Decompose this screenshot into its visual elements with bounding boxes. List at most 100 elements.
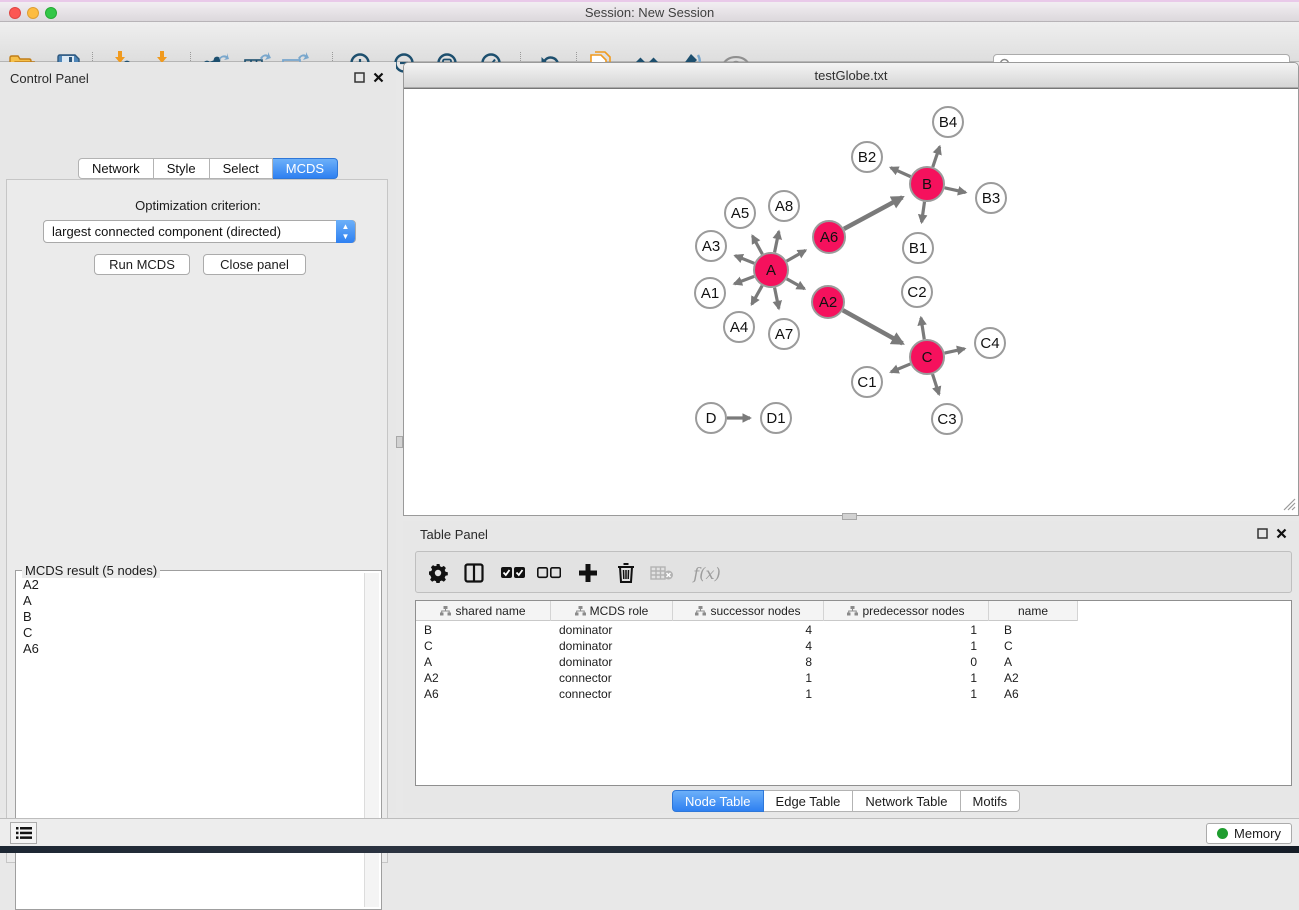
tab-edge-table[interactable]: Edge Table — [764, 790, 854, 812]
column-header-mcds-role[interactable]: MCDS role — [551, 601, 673, 621]
table-row[interactable]: A6connector11A6 — [416, 686, 1078, 702]
function-builder-icon[interactable]: f(x) — [687, 560, 727, 586]
tab-motifs[interactable]: Motifs — [961, 790, 1021, 812]
table-cell[interactable]: A2 — [416, 670, 551, 686]
float-panel-icon[interactable] — [354, 72, 365, 83]
graph-edge-C-C4[interactable] — [945, 349, 965, 353]
graph-edge-C-C2[interactable] — [921, 318, 924, 340]
table-cell[interactable]: 1 — [824, 622, 989, 638]
graph-edge-A-A4[interactable] — [752, 286, 762, 305]
table-cell[interactable]: 0 — [824, 654, 989, 670]
mcds-result-item[interactable]: C — [17, 625, 361, 641]
split-view-icon[interactable] — [461, 560, 487, 586]
gear-icon[interactable] — [425, 560, 451, 586]
graph-edge-A-A7[interactable] — [775, 288, 779, 309]
graph-edge-A-A1[interactable] — [734, 276, 754, 283]
table-cell[interactable]: 1 — [673, 686, 824, 702]
close-panel-icon[interactable] — [1276, 528, 1287, 539]
table-cell[interactable]: dominator — [551, 638, 673, 654]
mcds-result-item[interactable]: B — [17, 609, 361, 625]
mcds-scrollbar[interactable] — [364, 573, 379, 907]
task-history-button[interactable] — [10, 822, 37, 844]
delete-icon[interactable] — [613, 560, 639, 586]
resize-grip-icon[interactable] — [1283, 498, 1296, 511]
float-panel-icon[interactable] — [1257, 528, 1268, 539]
network-window-titlebar[interactable]: testGlobe.txt — [404, 63, 1298, 88]
graph-edge-A-A6[interactable] — [787, 250, 806, 261]
table-cell[interactable]: connector — [551, 670, 673, 686]
table-cell[interactable]: 1 — [824, 686, 989, 702]
table-cell[interactable]: A — [416, 654, 551, 670]
tab-network-table[interactable]: Network Table — [853, 790, 960, 812]
graph-node-label: A6 — [820, 229, 838, 246]
graph-edge-A-A3[interactable] — [735, 256, 754, 264]
mcds-result-item[interactable]: A2 — [17, 577, 361, 593]
table-cell[interactable]: 4 — [673, 622, 824, 638]
tab-style[interactable]: Style — [154, 158, 210, 179]
mcds-result-box: MCDS result (5 nodes) A2ABCA6 — [15, 570, 382, 910]
table-row[interactable]: A2connector11A2 — [416, 670, 1078, 686]
tree-icon — [695, 606, 706, 616]
table-cell[interactable]: dominator — [551, 654, 673, 670]
deselect-all-icon[interactable] — [536, 560, 562, 586]
table-cell[interactable]: B — [416, 622, 551, 638]
table-cell[interactable]: 1 — [824, 638, 989, 654]
memory-label: Memory — [1234, 824, 1281, 843]
app-titlebar: Session: New Session — [0, 0, 1299, 22]
column-header-predecessor-nodes[interactable]: predecessor nodes — [824, 601, 989, 621]
add-column-icon[interactable] — [575, 560, 601, 586]
close-panel-icon[interactable] — [373, 72, 384, 83]
table-row[interactable]: Adominator80A — [416, 654, 1078, 670]
delete-table-icon[interactable] — [649, 560, 675, 586]
graph-edge-A-A5[interactable] — [752, 236, 762, 254]
tab-mcds[interactable]: MCDS — [273, 158, 338, 179]
table-row[interactable]: Bdominator41B — [416, 622, 1078, 638]
mcds-result-item[interactable]: A6 — [17, 641, 361, 657]
table-cell[interactable]: A6 — [989, 686, 1078, 702]
graph-edge-B-B4[interactable] — [933, 147, 940, 167]
control-panel-title: Control Panel — [10, 71, 89, 86]
table-cell[interactable]: connector — [551, 686, 673, 702]
table-cell[interactable]: 1 — [673, 670, 824, 686]
table-cell[interactable]: A2 — [989, 670, 1078, 686]
graph-edge-C-C3[interactable] — [933, 374, 939, 394]
optimization-criterion-label: Optimization criterion: — [7, 198, 389, 213]
column-header-successor-nodes[interactable]: successor nodes — [673, 601, 824, 621]
network-canvas[interactable]: AA1A2A3A4A5A6A7A8BB1B2B3B4CC1C2C3C4DD1 — [404, 88, 1298, 513]
graph-edge-B-B3[interactable] — [945, 188, 966, 193]
graph-edge-A-A2[interactable] — [787, 279, 805, 289]
graph-edge-B-B2[interactable] — [891, 168, 911, 177]
graph-edge-A6-B[interactable] — [844, 197, 902, 229]
close-panel-button[interactable]: Close panel — [203, 254, 306, 275]
graph-node-label: A4 — [730, 319, 748, 336]
table-cell[interactable]: C — [416, 638, 551, 654]
table-cell[interactable]: dominator — [551, 622, 673, 638]
graph-edge-A2-C[interactable] — [843, 310, 903, 343]
table-cell[interactable]: B — [989, 622, 1078, 638]
table-cell[interactable]: 8 — [673, 654, 824, 670]
graph-node-label: A3 — [702, 238, 720, 255]
run-mcds-button[interactable]: Run MCDS — [94, 254, 190, 275]
memory-button[interactable]: Memory — [1206, 823, 1292, 844]
tab-network[interactable]: Network — [78, 158, 154, 179]
node-table[interactable]: shared name MCDS role successor nodes pr… — [415, 600, 1292, 786]
table-cell[interactable]: C — [989, 638, 1078, 654]
table-cell[interactable]: A — [989, 654, 1078, 670]
column-header-name[interactable]: name — [989, 601, 1078, 621]
mcds-result-item[interactable]: A — [17, 593, 361, 609]
graph-edge-B-B1[interactable] — [922, 202, 925, 222]
criterion-dropdown[interactable]: largest connected component (directed) ▲… — [43, 220, 356, 243]
table-cell[interactable]: 1 — [824, 670, 989, 686]
graph-node-label: D1 — [766, 410, 785, 427]
horizontal-splitter-handle[interactable] — [842, 513, 857, 520]
graph-edge-A-A8[interactable] — [775, 231, 779, 252]
table-cell[interactable]: A6 — [416, 686, 551, 702]
vertical-splitter-handle[interactable] — [396, 436, 403, 448]
column-header-shared-name[interactable]: shared name — [416, 601, 551, 621]
table-row[interactable]: Cdominator41C — [416, 638, 1078, 654]
tab-select[interactable]: Select — [210, 158, 273, 179]
graph-edge-C-C1[interactable] — [891, 364, 910, 372]
table-cell[interactable]: 4 — [673, 638, 824, 654]
tab-node-table[interactable]: Node Table — [672, 790, 764, 812]
select-all-icon[interactable] — [500, 560, 526, 586]
